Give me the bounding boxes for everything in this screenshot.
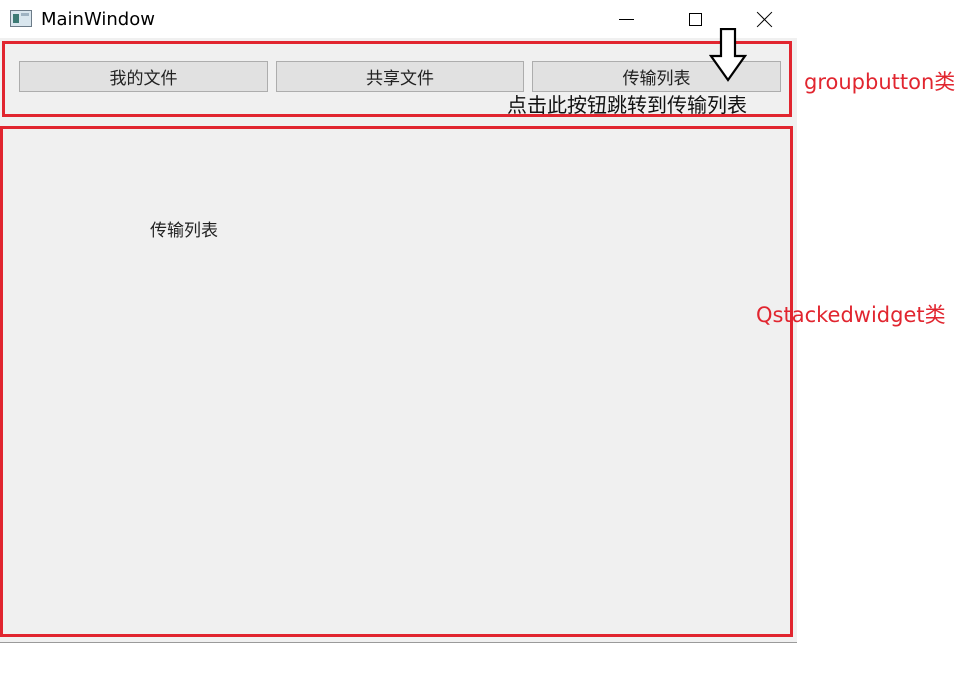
window-title: MainWindow [41, 9, 155, 30]
maximize-icon [688, 12, 702, 26]
minimize-button[interactable] [603, 0, 649, 38]
my-files-button[interactable]: 我的文件 [19, 61, 268, 92]
close-icon [757, 11, 773, 27]
screenshot-canvas: MainWindow 我的文件 共享文件 传输列表 点击此按钮跳转到传输列表 传… [0, 0, 969, 673]
window-bottom-border [0, 642, 797, 643]
down-arrow-icon [709, 28, 747, 82]
close-button[interactable] [742, 0, 788, 38]
app-icon [10, 10, 32, 27]
title-bar: MainWindow [0, 0, 797, 38]
hint-annotation: 点击此按钮跳转到传输列表 [507, 93, 747, 117]
current-page-label: 传输列表 [150, 221, 218, 241]
shared-files-button[interactable]: 共享文件 [276, 61, 524, 92]
stackedwidget-highlight-frame [0, 126, 793, 637]
minimize-icon [618, 18, 634, 20]
groupbutton-class-label: groupbutton类 [804, 70, 956, 94]
stackedwidget-class-label: Qstackedwidget类 [756, 303, 946, 327]
